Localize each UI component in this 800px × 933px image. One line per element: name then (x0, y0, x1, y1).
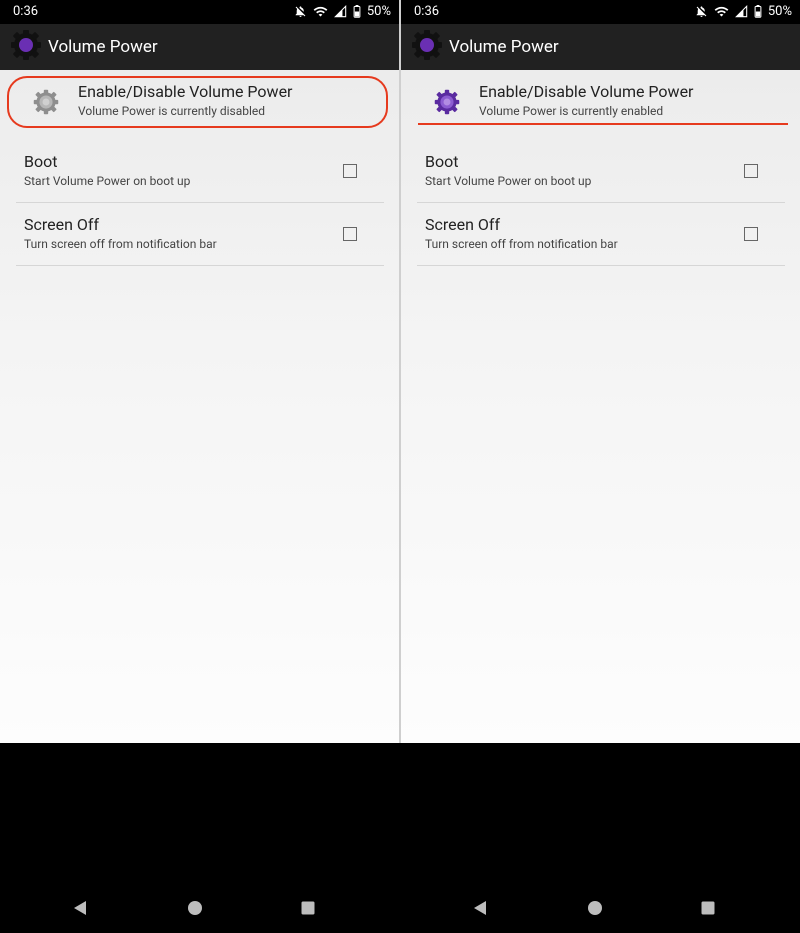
pref-screen-off[interactable]: Screen Off Turn screen off from notifica… (16, 203, 384, 266)
recents-icon[interactable] (700, 900, 716, 920)
pref-boot-summary: Start Volume Power on boot up (425, 174, 592, 188)
screen-right: 0:36 50% Volume Power Enable/Disable Vol… (401, 0, 800, 743)
nav-bar-right (401, 743, 800, 933)
app-title: Volume Power (48, 37, 158, 57)
nav-bar-left (0, 743, 399, 933)
home-icon[interactable] (587, 900, 603, 920)
pref-screen-off-title: Screen Off (425, 215, 501, 234)
pref-screen-off-title: Screen Off (24, 215, 100, 234)
back-icon[interactable] (472, 900, 488, 920)
pref-screen-off-summary: Turn screen off from notification bar (24, 237, 217, 251)
app-title: Volume Power (449, 37, 559, 57)
pref-boot[interactable]: Boot Start Volume Power on boot up (417, 140, 785, 203)
recents-icon[interactable] (300, 900, 316, 920)
battery-icon (754, 5, 762, 18)
status-time: 0:36 (414, 4, 440, 19)
battery-percent: 50% (767, 4, 792, 19)
pref-boot-title: Boot (24, 152, 58, 171)
wifi-icon (313, 5, 328, 18)
app-bar: Volume Power (401, 24, 800, 70)
notifications-off-icon (695, 5, 708, 18)
home-icon[interactable] (187, 900, 203, 920)
pref-boot-title: Boot (425, 152, 459, 171)
screen-off-checkbox[interactable] (744, 227, 758, 241)
status-time: 0:36 (13, 4, 39, 19)
signal-icon (734, 5, 748, 18)
wifi-icon (714, 5, 729, 18)
toggle-title: Enable/Disable Volume Power (479, 82, 694, 101)
toggle-summary: Volume Power is currently disabled (78, 104, 266, 118)
notifications-off-icon (294, 5, 307, 18)
status-bar: 0:36 50% (0, 0, 399, 24)
back-icon[interactable] (72, 900, 88, 920)
settings-list: Enable/Disable Volume Power Volume Power… (401, 70, 800, 743)
toggle-title: Enable/Disable Volume Power (78, 82, 293, 101)
pref-screen-off[interactable]: Screen Off Turn screen off from notifica… (417, 203, 785, 266)
settings-list: Enable/Disable Volume Power Volume Power… (0, 70, 399, 743)
enable-disable-toggle[interactable]: Enable/Disable Volume Power Volume Power… (0, 70, 399, 134)
pref-boot-summary: Start Volume Power on boot up (24, 174, 191, 188)
pref-screen-off-summary: Turn screen off from notification bar (425, 237, 618, 251)
screen-off-checkbox[interactable] (343, 227, 357, 241)
app-logo-icon (10, 29, 42, 65)
app-logo-icon (411, 29, 443, 65)
screen-left: 0:36 50% Volume Power Enable/Disable Vol… (0, 0, 399, 743)
pref-boot[interactable]: Boot Start Volume Power on boot up (16, 140, 384, 203)
boot-checkbox[interactable] (343, 164, 357, 178)
gear-icon (32, 88, 60, 116)
battery-percent: 50% (366, 4, 391, 19)
app-bar: Volume Power (0, 24, 399, 70)
gear-icon (433, 88, 461, 116)
boot-checkbox[interactable] (744, 164, 758, 178)
signal-icon (333, 5, 347, 18)
enable-disable-toggle[interactable]: Enable/Disable Volume Power Volume Power… (401, 70, 800, 134)
battery-icon (353, 5, 361, 18)
toggle-summary: Volume Power is currently enabled (479, 104, 664, 118)
status-bar: 0:36 50% (401, 0, 800, 24)
